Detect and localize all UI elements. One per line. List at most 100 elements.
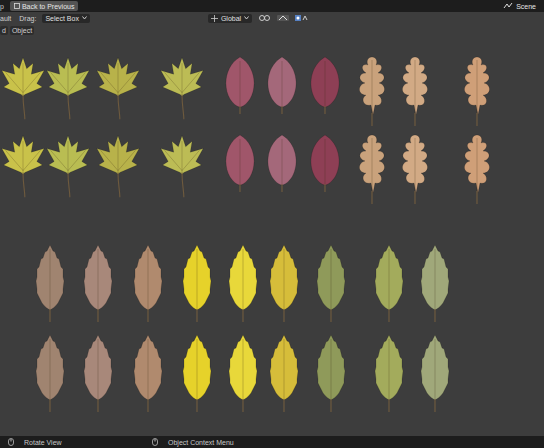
leaf-blade bbox=[47, 136, 89, 175]
orientation-value: Global bbox=[221, 15, 241, 22]
top-header: p Back to Previous Scene bbox=[0, 0, 544, 12]
leaf-blade bbox=[134, 335, 162, 400]
elm-leaf-icon[interactable] bbox=[417, 333, 453, 413]
leaf-blade bbox=[36, 245, 64, 310]
round-leaf-icon[interactable] bbox=[220, 55, 260, 115]
maple-leaf-icon[interactable] bbox=[95, 133, 141, 199]
back-label: Back to Previous bbox=[22, 3, 75, 10]
menu-item[interactable]: Object bbox=[10, 26, 34, 35]
elm-leaf-icon[interactable] bbox=[179, 243, 215, 323]
leaf-blade bbox=[226, 135, 254, 185]
leaf-blade bbox=[421, 335, 449, 400]
snap-icon bbox=[276, 14, 290, 22]
toolbar: dObject bbox=[0, 26, 34, 35]
leaf-blade bbox=[464, 135, 489, 193]
menu-item[interactable]: d bbox=[0, 26, 8, 35]
snap-tools bbox=[258, 14, 308, 22]
maple-leaf-icon[interactable] bbox=[45, 55, 91, 121]
maple-leaf-icon[interactable] bbox=[95, 55, 141, 121]
drag-dropdown[interactable]: Select Box bbox=[42, 14, 89, 23]
scene-selector[interactable]: Scene bbox=[503, 2, 536, 10]
elm-leaf-icon[interactable] bbox=[313, 333, 349, 413]
leaf-blade bbox=[317, 335, 345, 400]
leaf-blade bbox=[421, 245, 449, 310]
maple-leaf-icon[interactable] bbox=[0, 133, 46, 199]
maple-leaf-icon[interactable] bbox=[159, 55, 205, 121]
maple-leaf-icon[interactable] bbox=[0, 55, 46, 121]
elm-leaf-icon[interactable] bbox=[313, 243, 349, 323]
elm-leaf-icon[interactable] bbox=[225, 333, 261, 413]
leaf-blade bbox=[402, 135, 427, 193]
elm-leaf-icon[interactable] bbox=[371, 243, 407, 323]
maple-leaf-icon[interactable] bbox=[159, 133, 205, 199]
status-bar: Rotate View Object Context Menu bbox=[0, 436, 544, 448]
oak-leaf-icon[interactable] bbox=[354, 55, 390, 127]
elm-leaf-icon[interactable] bbox=[266, 333, 302, 413]
status-item: Rotate View bbox=[8, 438, 148, 446]
leaf-blade bbox=[36, 335, 64, 400]
axes-icon bbox=[211, 15, 218, 22]
mode-label: ault bbox=[0, 15, 11, 22]
leaf-blade bbox=[359, 135, 384, 193]
elm-leaf-icon[interactable] bbox=[266, 243, 302, 323]
leaf-blade bbox=[97, 58, 139, 97]
round-leaf-icon[interactable] bbox=[262, 55, 302, 115]
leaf-blade bbox=[270, 245, 298, 310]
oak-leaf-icon[interactable] bbox=[397, 55, 433, 127]
leaf-blade bbox=[161, 58, 203, 97]
mouse-icon bbox=[8, 438, 14, 446]
chevron-icon bbox=[244, 16, 249, 20]
elm-leaf-icon[interactable] bbox=[32, 243, 68, 323]
leaf-blade bbox=[229, 245, 257, 310]
leaf-blade bbox=[84, 245, 112, 310]
leaf-blade bbox=[464, 57, 489, 115]
leaf-blade bbox=[375, 245, 403, 310]
elm-leaf-icon[interactable] bbox=[32, 333, 68, 413]
elm-leaf-icon[interactable] bbox=[130, 243, 166, 323]
elm-leaf-icon[interactable] bbox=[130, 333, 166, 413]
viewport[interactable]: ault Drag: Select Box Global dObject bbox=[0, 12, 544, 436]
scene-label: Scene bbox=[516, 3, 536, 10]
status-item: Object Context Menu bbox=[152, 438, 234, 446]
leaf-blade bbox=[375, 335, 403, 400]
cut-label: p bbox=[0, 3, 4, 10]
leaf-blade bbox=[183, 245, 211, 310]
back-to-previous-button[interactable]: Back to Previous bbox=[10, 1, 79, 11]
proportional-icon bbox=[294, 14, 308, 22]
oak-leaf-icon[interactable] bbox=[459, 55, 495, 127]
maple-leaf-icon[interactable] bbox=[45, 133, 91, 199]
oak-leaf-icon[interactable] bbox=[397, 133, 433, 205]
leaf-blade bbox=[311, 57, 339, 107]
leaf-blade bbox=[183, 335, 211, 400]
drag-label: Drag: bbox=[19, 15, 36, 22]
leaf-blade bbox=[226, 57, 254, 107]
leaf-blade bbox=[84, 335, 112, 400]
leaf-blade bbox=[270, 335, 298, 400]
leaf-blade bbox=[359, 57, 384, 115]
leaf-blade bbox=[402, 57, 427, 115]
oak-leaf-icon[interactable] bbox=[459, 133, 495, 205]
leaf-blade bbox=[161, 136, 203, 175]
elm-leaf-icon[interactable] bbox=[80, 333, 116, 413]
round-leaf-icon[interactable] bbox=[262, 133, 302, 193]
elm-leaf-icon[interactable] bbox=[371, 333, 407, 413]
oak-leaf-icon[interactable] bbox=[354, 133, 390, 205]
leaf-blade bbox=[134, 245, 162, 310]
status-label: Object Context Menu bbox=[168, 439, 234, 446]
elm-leaf-icon[interactable] bbox=[417, 243, 453, 323]
drag-value: Select Box bbox=[45, 15, 78, 22]
round-leaf-icon[interactable] bbox=[305, 133, 345, 193]
round-leaf-icon[interactable] bbox=[220, 133, 260, 193]
elm-leaf-icon[interactable] bbox=[80, 243, 116, 323]
scene-icon bbox=[503, 2, 513, 10]
pivot-icon bbox=[258, 14, 272, 22]
tool-header: ault Drag: Select Box Global bbox=[0, 12, 544, 24]
leaf-blade bbox=[97, 136, 139, 175]
leaf-blade bbox=[311, 135, 339, 185]
elm-leaf-icon[interactable] bbox=[225, 243, 261, 323]
orientation-dropdown[interactable]: Global bbox=[208, 14, 252, 23]
leaf-blade bbox=[317, 245, 345, 310]
elm-leaf-icon[interactable] bbox=[179, 333, 215, 413]
round-leaf-icon[interactable] bbox=[305, 55, 345, 115]
chevron-icon bbox=[82, 16, 87, 20]
